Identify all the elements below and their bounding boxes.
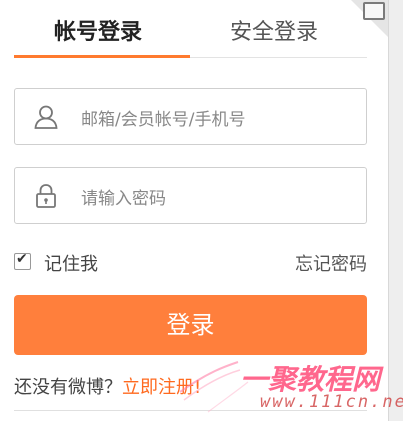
user-icon	[34, 105, 58, 129]
qr-login-corner[interactable]	[345, 0, 389, 38]
account-placeholder: 邮箱/会员帐号/手机号	[81, 110, 246, 130]
active-tab-indicator	[14, 55, 190, 58]
lock-icon	[36, 184, 56, 208]
account-input[interactable]: 邮箱/会员帐号/手机号	[14, 88, 367, 145]
qr-code-icon	[363, 2, 385, 20]
watermark-site-domain: www.111cn.net	[260, 392, 403, 412]
no-account-text: 还没有微博？	[14, 377, 122, 398]
register-prompt: 还没有微博？立即注册!	[14, 373, 201, 399]
login-tabs: 帐号登录 安全登录	[14, 0, 367, 60]
password-placeholder: 请输入密码	[81, 189, 166, 209]
watermark: 一聚教程网 www.111cn.net	[178, 352, 403, 421]
login-panel: 帐号登录 安全登录 邮箱/会员帐号/手机号 请输入密码 记住我 忘记密码 登录 …	[0, 0, 403, 421]
tab-secure-login[interactable]: 安全登录	[230, 14, 318, 46]
password-input[interactable]: 请输入密码	[14, 167, 367, 224]
remember-label: 记住我	[44, 254, 98, 275]
tab-divider	[190, 57, 367, 58]
tab-account-login[interactable]: 帐号登录	[54, 14, 142, 46]
login-button[interactable]: 登录	[14, 295, 367, 355]
remember-checkbox[interactable]	[14, 251, 31, 270]
forgot-password-link[interactable]: 忘记密码	[295, 250, 367, 276]
